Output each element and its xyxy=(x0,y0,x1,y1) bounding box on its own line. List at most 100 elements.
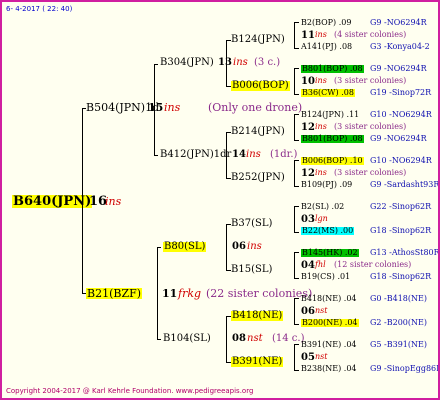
g4-line: G19 -Sinop72R xyxy=(370,88,432,97)
g3-suffix: ins xyxy=(315,76,327,85)
g4-name: B200(NE) .04 xyxy=(301,318,359,327)
sire-note: (Only one drone) xyxy=(208,101,303,114)
sire-suffix: ins xyxy=(164,101,181,114)
g4-line: G0 -B418(NE) xyxy=(370,294,427,303)
sire-sire-suffix: ins xyxy=(233,57,248,68)
g3-name: B124(JPN) xyxy=(231,34,285,45)
pedigree-tree: B640(JPN) 16 ins B504(JPN)1d 15 ins (Only one … xyxy=(2,2,438,398)
g3-connector xyxy=(294,48,299,49)
g3-connector xyxy=(294,160,295,187)
g4-name: B801(BOP) .08 xyxy=(301,134,364,143)
g4-name: B391(NE) .04 xyxy=(301,340,357,349)
g3-connector xyxy=(294,206,295,233)
g3-connector xyxy=(294,344,299,345)
g3-year: 12 xyxy=(301,122,315,133)
gp-connector xyxy=(226,40,227,87)
g3-connector xyxy=(294,206,299,207)
g3-year: 12 xyxy=(301,168,315,179)
g3-suffix: nst xyxy=(315,352,328,361)
g4-name: B418(NE) .04 xyxy=(301,294,357,303)
g3-suffix: nst xyxy=(315,306,328,315)
pedigree-frame: B640(JPN) 16 ins B504(JPN)1d 15 ins (Only one … xyxy=(0,0,440,400)
g3-connector xyxy=(294,22,299,23)
dam-connector xyxy=(157,247,161,248)
g3-note: (3 sister colonies) xyxy=(334,122,407,131)
g4-name: B22(MS) .00 xyxy=(301,226,355,235)
root-suffix: ins xyxy=(105,195,122,208)
g4-line: G9 -NO6294R xyxy=(370,134,427,143)
g3-connector xyxy=(294,252,295,279)
sire-dam-year: 14 xyxy=(232,149,246,160)
dam-connector xyxy=(157,339,161,340)
g3-connector xyxy=(294,298,299,299)
g3-name: B37(SL) xyxy=(231,218,273,229)
header-date: 6- 4-2017 ( 22: 40) xyxy=(6,5,73,13)
g3-connector xyxy=(294,94,299,95)
g3-note: (4 sister colonies) xyxy=(334,30,407,39)
g4-name: B145(HK) .02 xyxy=(301,248,359,257)
g3-name: B418(NE) xyxy=(231,310,284,321)
sire-dam-name: B412(JPN)1dr xyxy=(160,149,232,160)
gp-connector xyxy=(226,316,227,363)
g3-name: B15(SL) xyxy=(231,264,273,275)
g3-connector xyxy=(294,370,299,371)
g4-line: G9 -Sardasht93R xyxy=(370,180,440,189)
g3-connector xyxy=(294,114,299,115)
sire-sire-note: (3 c.) xyxy=(254,57,281,68)
dam-dam-suffix: nst xyxy=(247,333,263,344)
g3-connector xyxy=(294,298,295,325)
dam-sire-suffix: ins xyxy=(247,241,262,252)
g4-line: G9 -SinopEgg86R xyxy=(370,364,440,373)
sire-connector xyxy=(154,155,158,156)
g3-name: B391(NE) xyxy=(231,356,284,367)
g3-suffix: fhl xyxy=(315,260,326,269)
g4-line: G13 -AthosSt80R xyxy=(370,248,440,257)
g3-connector xyxy=(294,186,299,187)
footer-copyright: Copyright 2004-2017 @ Karl Kehrle Founda… xyxy=(6,387,254,395)
g4-line: G10 -NO6294R xyxy=(370,110,432,119)
g3-year: 06 xyxy=(301,306,315,317)
dam-dam-note: (14 c.) xyxy=(272,333,305,344)
g3-connector xyxy=(294,160,299,161)
g3-name: B006(BOP) xyxy=(231,80,290,91)
root-name: B640(JPN) xyxy=(12,194,93,209)
gp-connector xyxy=(226,132,227,179)
dam-dam-year: 08 xyxy=(232,333,246,344)
g4-name: B124(JPN) .11 xyxy=(301,110,360,119)
g3-connector xyxy=(294,344,295,371)
sire-year: 15 xyxy=(148,101,164,114)
g4-name: A141(PJ) .08 xyxy=(301,42,353,51)
g4-name: B801(BOP) .08 xyxy=(301,64,364,73)
g3-suffix: ins xyxy=(315,122,327,131)
g3-name: B214(JPN) xyxy=(231,126,285,137)
g3-connector xyxy=(294,68,295,95)
g3-connector xyxy=(294,22,295,49)
sire-dam-note: (1dr.) xyxy=(270,149,298,160)
g4-line: G5 -B391(NE) xyxy=(370,340,427,349)
dam-suffix: frkg xyxy=(178,287,202,300)
g3-connector xyxy=(294,114,295,141)
g3-suffix: ins xyxy=(315,168,327,177)
g4-line: G9 -NO6294R xyxy=(370,18,427,27)
g3-name: B252(JPN) xyxy=(231,172,285,183)
g4-name: B006(BOP) .10 xyxy=(301,156,364,165)
g3-note: (3 sister colonies) xyxy=(334,168,407,177)
g3-suffix: lgn xyxy=(315,214,328,223)
g4-line: G22 -Sinop62R xyxy=(370,202,432,211)
g4-name: B36(CW) .08 xyxy=(301,88,355,97)
g4-line: G2 -B200(NE) xyxy=(370,318,427,327)
g3-year: 04 xyxy=(301,260,315,271)
sire-sire-name: B304(JPN) xyxy=(160,57,214,68)
g4-line: G10 -NO6294R xyxy=(370,156,432,165)
dam-name: B21(BZF) xyxy=(86,287,143,300)
g3-connector xyxy=(294,140,299,141)
g4-line: G18 -Sinop62R xyxy=(370,226,432,235)
g3-year: 11 xyxy=(301,30,315,41)
g3-connector xyxy=(294,232,299,233)
g3-connector xyxy=(294,252,299,253)
sire-connector xyxy=(154,64,155,156)
sire-sire-year: 13 xyxy=(218,57,232,68)
g4-line: G18 -Sinop62R xyxy=(370,272,432,281)
g3-suffix: ins xyxy=(315,30,327,39)
g3-year: 05 xyxy=(301,352,315,363)
